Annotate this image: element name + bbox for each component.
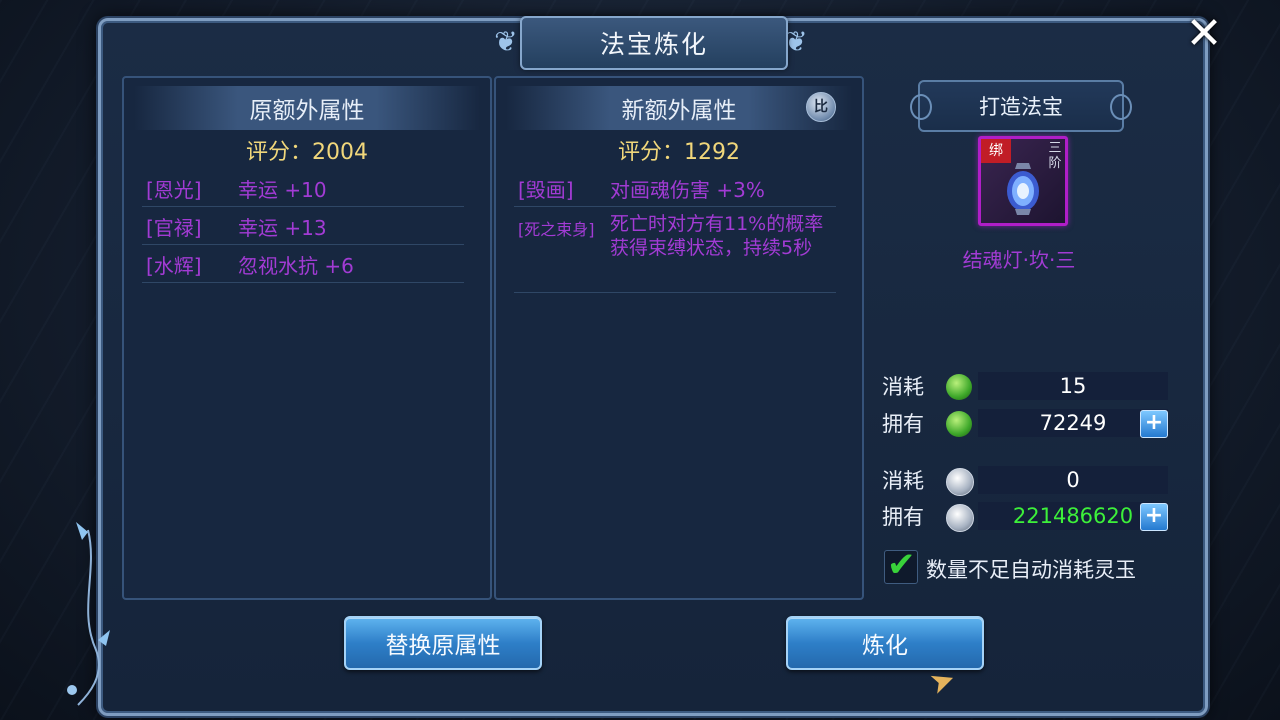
new-score: 评分：1292 bbox=[496, 134, 862, 166]
silver-coin-icon bbox=[946, 468, 974, 496]
attr-tag: [水辉] bbox=[146, 254, 202, 278]
replace-attributes-button[interactable]: 替换原属性 bbox=[344, 616, 542, 670]
silver-cost-value: 0 bbox=[978, 466, 1168, 494]
original-attributes-header: 原额外属性 bbox=[134, 86, 480, 130]
attr-effect: 对画魂伤害 +3% bbox=[610, 178, 765, 202]
refine-button[interactable]: 炼化 bbox=[786, 616, 984, 670]
jade-coin-icon bbox=[946, 411, 972, 437]
attr-tag: [官禄] bbox=[146, 216, 202, 240]
silver-coin-icon bbox=[946, 504, 974, 532]
silver-cost-row: 消耗 0 bbox=[882, 466, 1172, 496]
original-attr-row: [水辉] 忽视水抗 +6 bbox=[142, 244, 464, 283]
flower-vine-decoration-icon bbox=[67, 522, 110, 706]
tier-badge: 三阶 bbox=[1048, 141, 1062, 171]
compare-icon[interactable]: 比 bbox=[806, 92, 836, 122]
original-score: 评分：2004 bbox=[124, 134, 490, 166]
new-attr-row: [毁画] 对画魂伤害 +3% bbox=[514, 168, 836, 207]
original-attr-row: [官禄] 幸运 +13 bbox=[142, 206, 464, 245]
original-score-label: 评分： bbox=[245, 140, 312, 165]
own-label: 拥有 bbox=[882, 412, 924, 436]
add-silver-button[interactable]: + bbox=[1140, 503, 1168, 531]
new-attributes-header: 新额外属性 bbox=[506, 86, 852, 130]
lantern-icon bbox=[1007, 163, 1039, 215]
own-label: 拥有 bbox=[882, 505, 924, 529]
add-jade-button[interactable]: + bbox=[1140, 410, 1168, 438]
original-attr-row: [恩光] 幸运 +10 bbox=[142, 168, 464, 207]
bound-badge: 绑 bbox=[981, 139, 1011, 163]
cost-label: 消耗 bbox=[882, 375, 924, 399]
original-score-value: 2004 bbox=[312, 140, 368, 165]
auto-consume-label: 数量不足自动消耗灵玉 bbox=[926, 558, 1136, 582]
attr-effect: 幸运 +10 bbox=[238, 178, 327, 202]
new-score-label: 评分： bbox=[617, 140, 684, 165]
jade-coin-icon bbox=[946, 374, 972, 400]
attr-effect: 死亡时对方有11%的概率获得束缚状态，持续5秒 bbox=[610, 213, 824, 259]
cost-label: 消耗 bbox=[882, 469, 924, 493]
attr-effect: 忽视水抗 +6 bbox=[238, 254, 354, 278]
checkmark-icon: ✔ bbox=[887, 545, 916, 585]
attr-tag: [死之束身] bbox=[518, 220, 595, 239]
jade-cost-value: 15 bbox=[978, 372, 1168, 400]
new-attributes-panel: 新额外属性 比 评分：1292 [毁画] 对画魂伤害 +3% [死之束身] 死亡… bbox=[494, 76, 864, 600]
treasure-item-slot[interactable]: 绑 三阶 bbox=[978, 136, 1068, 226]
craft-treasure-label: 打造法宝 bbox=[910, 80, 1132, 132]
attr-tag: [恩光] bbox=[146, 178, 202, 202]
jade-cost-row: 消耗 15 bbox=[882, 372, 1172, 402]
window-title: 法宝炼化 bbox=[520, 16, 788, 70]
attr-tag: [毁画] bbox=[518, 178, 574, 202]
treasure-item-name: 结魂灯·坎·三 bbox=[962, 248, 1076, 272]
original-attributes-panel: 原额外属性 评分：2004 [恩光] 幸运 +10 [官禄] 幸运 +13 [水… bbox=[122, 76, 492, 600]
silver-own-row: 拥有 221486620 + bbox=[882, 502, 1172, 532]
auto-consume-checkbox[interactable]: ✔ bbox=[884, 545, 918, 585]
new-score-value: 1292 bbox=[684, 140, 740, 165]
close-icon[interactable]: ✕ bbox=[1180, 10, 1228, 58]
jade-own-row: 拥有 72249 + bbox=[882, 409, 1172, 439]
new-attr-row: [死之束身] 死亡时对方有11%的概率获得束缚状态，持续5秒 bbox=[514, 208, 836, 293]
attr-effect: 幸运 +13 bbox=[238, 216, 327, 240]
